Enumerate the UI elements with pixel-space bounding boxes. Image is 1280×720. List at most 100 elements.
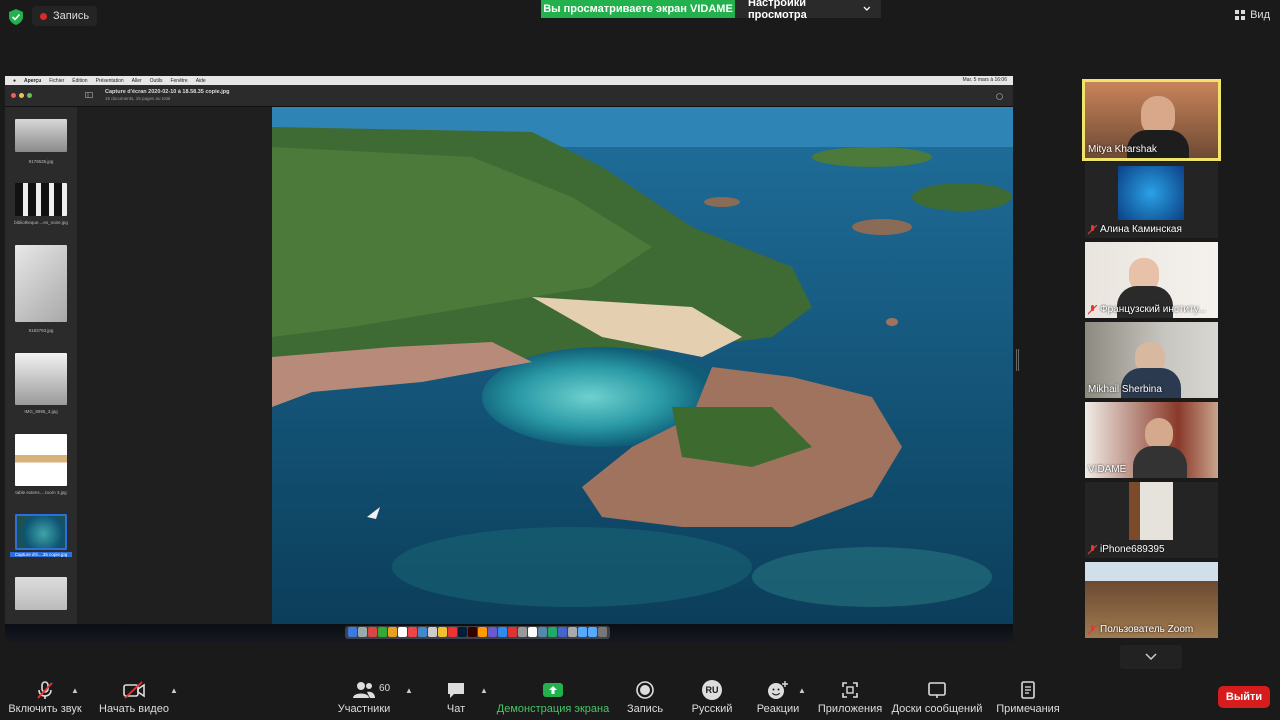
view-settings-label: Настройки просмотра xyxy=(748,0,807,21)
start-video-label: Начать видео xyxy=(99,703,169,715)
recording-indicator[interactable]: Запись xyxy=(32,6,98,26)
notes-button[interactable]: Примечания xyxy=(983,680,1073,715)
sidebar-toggle-icon xyxy=(85,92,93,98)
start-video-button[interactable]: Начать видео xyxy=(89,680,179,715)
thumbnail-sidebar: 9179535.jpg bibliotheque....es_noire.jpg… xyxy=(5,107,77,627)
chat-icon xyxy=(448,683,464,698)
participants-icon xyxy=(353,682,375,698)
share-screen-button[interactable]: Демонстрация экрана xyxy=(496,680,610,715)
whiteboard-icon xyxy=(928,682,946,698)
video-options-caret[interactable]: ▲ xyxy=(170,686,178,695)
participant-tile[interactable]: iPhone689395 xyxy=(1085,482,1218,558)
participant-name: Пользователь Zoom xyxy=(1088,624,1193,635)
thumbnail-label: table extens....zoom 3.jpg xyxy=(15,490,67,495)
view-button[interactable]: Вид xyxy=(1235,9,1270,21)
record-icon xyxy=(636,681,654,699)
menu-fenetre: Fenêtre xyxy=(170,77,188,84)
chat-label: Чат xyxy=(446,703,466,715)
participants-count: 60 xyxy=(379,683,391,694)
recording-dot-icon xyxy=(40,12,47,20)
mic-off-icon xyxy=(37,681,53,699)
scroll-participants-button[interactable] xyxy=(1120,645,1182,669)
mac-clock: Mar. 5 mars à 16:06 xyxy=(962,77,1007,83)
share-screen-label: Демонстрация экрана xyxy=(496,703,610,715)
view-label: Вид xyxy=(1250,9,1270,21)
language-badge-icon: RU xyxy=(702,680,722,700)
participant-tile[interactable]: Пользователь Zoom xyxy=(1085,562,1218,638)
thumbnail[interactable] xyxy=(15,434,67,486)
meeting-toolbar: Включить звук ▲ Начать видео ▲ Участники… xyxy=(0,674,1280,720)
thumbnail[interactable] xyxy=(15,119,67,152)
participant-tile[interactable]: VIDAME xyxy=(1085,402,1218,478)
audio-options-caret[interactable]: ▲ xyxy=(71,686,79,695)
participant-name: VIDAME xyxy=(1088,464,1127,475)
video-off-icon xyxy=(123,681,145,699)
mic-off-icon xyxy=(1088,544,1097,554)
apple-icon: ● xyxy=(13,77,17,84)
reactions-icon xyxy=(768,681,788,699)
security-shield-icon[interactable] xyxy=(9,9,23,25)
share-banner-text: Вы просматриваете экран VIDAME xyxy=(543,3,733,15)
apps-icon xyxy=(842,682,858,698)
view-settings-button[interactable]: Настройки просмотра xyxy=(735,0,881,21)
record-label: Запись xyxy=(626,703,664,715)
whiteboards-button[interactable]: Доски сообщений xyxy=(887,680,987,715)
recording-label: Запись xyxy=(53,10,90,22)
thumbnail-label: Capture d'é....35 copie.jpg xyxy=(10,552,72,557)
thumbnail[interactable] xyxy=(15,245,67,322)
participant-name: Mitya Kharshak xyxy=(1088,144,1157,155)
chat-options-caret[interactable]: ▲ xyxy=(480,686,488,695)
thumbnail-label: bibliotheque....es_noire.jpg xyxy=(14,220,68,225)
coastline-photo xyxy=(272,107,1013,624)
participant-name: iPhone689395 xyxy=(1088,544,1165,555)
share-banner: Вы просматриваете экран VIDAME xyxy=(541,0,735,18)
preview-titlebar: Capture d'écran 2020-02-10 à 18.58.35 co… xyxy=(5,85,1013,107)
zoom-meeting-window: Запись Вы просматриваете экран VIDAME На… xyxy=(0,0,1280,720)
menu-fichier: Fichier xyxy=(49,77,65,84)
thumbnail[interactable] xyxy=(15,353,67,405)
thumbnail[interactable] xyxy=(15,183,67,216)
menu-aper: Aperçu xyxy=(24,77,42,84)
panel-resize-handle[interactable] xyxy=(1016,349,1019,371)
leave-meeting-button[interactable]: Выйти xyxy=(1218,686,1270,708)
whiteboards-label: Доски сообщений xyxy=(891,703,983,715)
mac-dock xyxy=(345,626,610,639)
participant-tile[interactable]: Французский институ... xyxy=(1085,242,1218,318)
mac-menubar: ● Aperçu Fichier Édition Présentation Al… xyxy=(5,76,1013,85)
apps-button[interactable]: Приложения xyxy=(805,680,895,715)
thumbnail-label: IMG_8995_3.jpg xyxy=(24,409,58,414)
thumbnail-selected[interactable] xyxy=(15,514,67,550)
shared-screen[interactable]: ● Aperçu Fichier Édition Présentation Al… xyxy=(5,76,1013,642)
participant-name: Французский институ... xyxy=(1088,304,1206,315)
share-screen-icon xyxy=(543,683,563,697)
grid-view-icon xyxy=(1235,10,1246,20)
participant-name: Mikhail Sherbina xyxy=(1088,384,1162,395)
participant-name: Алина Каминская xyxy=(1088,224,1182,235)
participant-video xyxy=(1133,446,1187,478)
thumbnail[interactable] xyxy=(15,577,67,610)
notes-label: Примечания xyxy=(996,703,1060,715)
participant-tile[interactable]: Mikhail Sherbina xyxy=(1085,322,1218,398)
chevron-down-icon xyxy=(863,6,871,11)
apps-label: Приложения xyxy=(817,703,883,715)
participant-tile[interactable]: Mitya Kharshak xyxy=(1082,79,1221,161)
notes-icon xyxy=(1021,681,1035,699)
info-icon xyxy=(996,93,1003,100)
menu-aide: Aide xyxy=(195,77,206,84)
chevron-down-icon xyxy=(1145,653,1157,661)
participant-tile[interactable]: Алина Каминская xyxy=(1085,162,1218,238)
participants-label: Участники xyxy=(337,703,391,715)
language-label: Русский xyxy=(691,703,733,715)
menu-outils: Outils xyxy=(149,77,163,84)
traffic-lights xyxy=(11,93,32,98)
viewer-background xyxy=(77,107,272,627)
menu-edition: Édition xyxy=(72,77,88,84)
participant-avatar xyxy=(1118,166,1184,220)
participant-video xyxy=(1129,482,1173,540)
menu-aller: Aller xyxy=(131,77,142,84)
mic-off-icon xyxy=(1088,304,1097,314)
mic-off-icon xyxy=(1088,224,1097,234)
menu-presentation: Présentation xyxy=(95,77,124,84)
reactions-label: Реакции xyxy=(756,703,800,715)
participants-button[interactable]: Участники xyxy=(319,680,409,715)
